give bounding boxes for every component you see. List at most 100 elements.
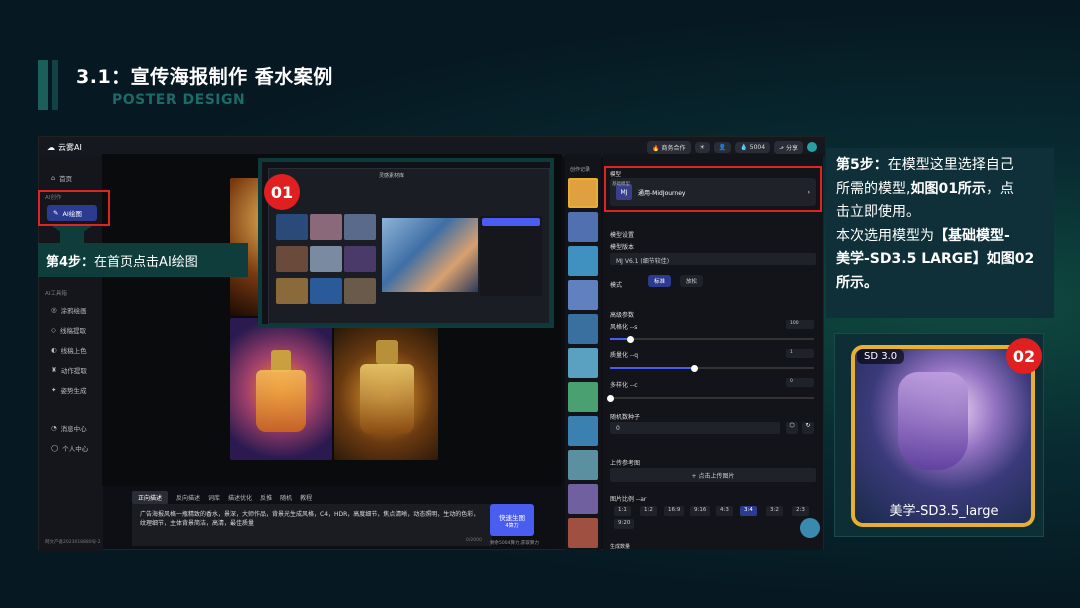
ratio-option[interactable]: 1:2 [640, 506, 657, 516]
step5-text: 击立即使用。 [836, 204, 920, 221]
sidebar-footer: 网文产备2023018880号-2 [45, 540, 101, 545]
history-thumb[interactable] [568, 178, 598, 208]
sidebar-label: 个人中心 [62, 445, 89, 453]
sidebar-item-colorize[interactable]: ◐ 线稿上色 [51, 345, 87, 355]
tab-reverse[interactable]: 反推 [260, 493, 272, 502]
tab-random[interactable]: 随机 [280, 493, 292, 502]
avatar[interactable] [807, 142, 817, 152]
popup-thumb[interactable] [276, 246, 308, 272]
step5-bold: 所示。 [836, 274, 878, 291]
topbar-actions: 🔥 商务合作 ☀ 👤 💧 5004 ⬏ 分享 [647, 140, 817, 154]
history-thumb[interactable] [568, 246, 598, 276]
user-icon: ◯ [51, 444, 59, 452]
popup-thumb[interactable] [276, 214, 308, 240]
popup-thumb[interactable] [310, 246, 342, 272]
ratio-option[interactable]: 9:20 [614, 519, 635, 529]
mode-relax[interactable]: 放松 [680, 275, 704, 287]
ratio-option[interactable]: 1:1 [614, 506, 631, 516]
step5-bold: 美学-SD3.5 LARGE】 [836, 251, 987, 268]
slide-title: 3.1：宣传海报制作 香水案例 [76, 66, 333, 88]
popup-use-button[interactable] [482, 218, 540, 226]
generate-button[interactable]: 快速生图 4算力 [490, 504, 534, 536]
history-thumb[interactable] [568, 484, 598, 514]
refresh-icon[interactable]: ↻ [802, 422, 814, 434]
step5-line: 美学-SD3.5 LARGE】如图02 [836, 248, 1044, 272]
sidebar-item-motion[interactable]: ♜ 动作提取 [51, 365, 87, 375]
quality-value[interactable]: 1 [786, 349, 814, 358]
popup-thumb[interactable] [310, 278, 342, 304]
sidebar-label: 姿势生成 [60, 387, 87, 395]
chaos-slider-knob[interactable] [607, 394, 614, 402]
step5-text: 在模型这里选择自己 [887, 157, 1014, 173]
share-button[interactable]: ⬏ 分享 [774, 140, 803, 154]
quality-slider-fill [610, 367, 694, 369]
business-button[interactable]: 🔥 商务合作 [647, 140, 691, 154]
sidebar-item-home[interactable]: ⌂ 首页 [51, 173, 72, 183]
tab-negative[interactable]: 反向描述 [176, 493, 200, 502]
ratio-option[interactable]: 3:2 [766, 506, 783, 516]
mode-standard[interactable]: 标准 [648, 275, 672, 287]
history-thumb[interactable] [568, 314, 598, 344]
tab-lexicon[interactable]: 词库 [208, 493, 220, 502]
history-thumb[interactable] [568, 450, 598, 480]
ratio-option-selected[interactable]: 3:4 [740, 506, 757, 516]
upload-button[interactable]: + 点击上传图片 [610, 468, 816, 482]
history-thumb[interactable] [568, 518, 598, 548]
tab-positive[interactable]: 正向描述 [132, 490, 169, 504]
brand[interactable]: ☁ 云雾AI [47, 142, 82, 153]
step4-callout: 第4步： 在首页点击AI绘图 [38, 243, 248, 277]
stylize-slider-track[interactable] [610, 338, 814, 340]
arrow-down-icon [52, 226, 92, 240]
popup-thumb[interactable] [276, 278, 308, 304]
chaos-value[interactable]: 0 [786, 378, 814, 387]
step5-line: 第5步：在模型这里选择自己 [836, 154, 1044, 178]
version-select[interactable]: MJ V6.1 (细节较佳) [610, 253, 816, 265]
popup-preview-image [382, 218, 478, 292]
history-thumb[interactable] [568, 280, 598, 310]
title-accent-bar-2 [52, 60, 58, 110]
history-thumb[interactable] [568, 416, 598, 446]
history-thumb[interactable] [568, 348, 598, 378]
perfume-bottle [360, 364, 414, 434]
sidebar-label: 动作提取 [60, 367, 87, 375]
generate-cost: 4算力 [505, 522, 519, 529]
dice-icon[interactable]: ⬡ [786, 422, 798, 434]
ratio-option[interactable]: 4:3 [716, 506, 733, 516]
theme-icon[interactable]: ☀ [694, 141, 710, 153]
stylize-value[interactable]: 100 [786, 320, 814, 329]
stylize-slider-knob[interactable] [627, 335, 634, 343]
sidebar-label: 线稿提取 [60, 327, 86, 335]
tab-optimize[interactable]: 描述优化 [228, 493, 252, 502]
credits-badge[interactable]: 💧 5004 [735, 141, 771, 153]
motion-icon: ♜ [51, 366, 57, 374]
popup-thumb[interactable] [344, 214, 376, 240]
sidebar-item-messages[interactable]: ◔ 消息中心 [51, 423, 87, 433]
sidebar-group-tools: AI工具箱 [45, 291, 67, 297]
sidebar-item-pose[interactable]: ✦ 姿势生成 [51, 385, 86, 395]
popup-detail-panel [480, 216, 542, 296]
prompt-tabs: 正向描述 反向描述 词库 描述优化 反推 随机 教程 [132, 490, 562, 504]
sidebar-item-doodle[interactable]: ◎ 涂鸦绘画 [51, 305, 87, 315]
prompt-input[interactable]: 广告海报风格一瓶精致的香水，景深，大师作品，背景光生成风格，C4，HDR，高度细… [132, 504, 492, 546]
sidebar-item-profile[interactable]: ◯ 个人中心 [51, 443, 88, 453]
step5-text: 本次选用模型为 [836, 227, 934, 244]
step5-line: 击立即使用。 [836, 201, 1044, 225]
ratio-option[interactable]: 16:9 [664, 506, 685, 516]
chaos-slider-track[interactable] [610, 397, 814, 399]
robot-assistant-icon[interactable] [800, 518, 820, 538]
popup-thumb[interactable] [344, 246, 376, 272]
quality-slider-knob[interactable] [691, 364, 698, 372]
tab-tutorial[interactable]: 教程 [300, 493, 312, 502]
step5-text: ，点 [985, 180, 1014, 197]
sidebar-item-lineart[interactable]: ◇ 线稿提取 [51, 325, 86, 335]
ratio-option[interactable]: 9:16 [690, 506, 711, 516]
generate-label: 快速生图 [499, 513, 525, 522]
history-thumb[interactable] [568, 382, 598, 412]
popup-thumb[interactable] [344, 278, 376, 304]
lineart-icon: ◇ [51, 326, 56, 334]
ratio-option[interactable]: 2:3 [792, 506, 809, 516]
history-thumb[interactable] [568, 212, 598, 242]
user-icon[interactable]: 👤 [713, 141, 732, 153]
popup-thumb[interactable] [310, 214, 342, 240]
seed-input[interactable]: 0 [610, 422, 780, 434]
